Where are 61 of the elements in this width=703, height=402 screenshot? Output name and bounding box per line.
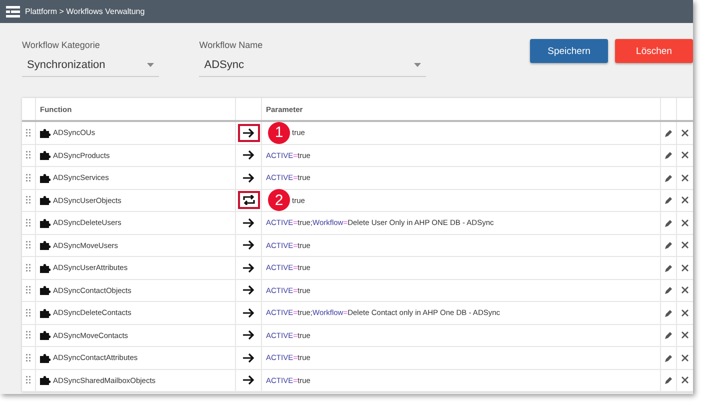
menu-icon[interactable] [6,6,20,18]
drag-handle-icon[interactable] [26,376,31,384]
edit-icon[interactable] [664,241,672,250]
puzzle-icon [40,352,51,363]
drag-handle-icon[interactable] [26,308,31,317]
drag-handle-icon[interactable] [26,264,31,272]
edit-icon[interactable] [664,174,672,182]
puzzle-icon [40,218,51,228]
close-icon[interactable] [681,264,689,272]
edit-icon[interactable] [664,354,672,362]
puzzle-icon [40,285,51,296]
drag-handle-icon[interactable] [26,354,31,362]
drag-handle-icon[interactable] [26,196,31,204]
edit-icon[interactable] [664,308,672,317]
callout-badge: 2 [268,189,290,212]
breadcrumb: Plattform > Workflows Verwaltung [25,7,145,16]
edit-icon[interactable] [664,196,672,204]
edit-icon[interactable] [664,331,672,340]
caret-icon [147,63,154,67]
close-icon[interactable] [681,286,689,294]
field-label: Workflow Name [199,40,264,50]
close-icon[interactable] [681,354,689,362]
close-icon[interactable] [681,196,689,204]
edit-icon[interactable] [664,376,672,384]
close-icon[interactable] [681,218,689,227]
drag-handle-icon[interactable] [26,128,31,137]
drag-handle-icon[interactable] [26,218,31,227]
puzzle-icon [40,375,51,386]
puzzle-icon [40,150,51,160]
close-icon[interactable] [681,174,689,182]
puzzle-icon [40,262,51,273]
delete-button[interactable]: Löschen [615,39,693,63]
edit-icon[interactable] [664,286,672,294]
puzzle-icon [40,240,51,250]
close-icon[interactable] [681,151,689,160]
field-label: Workflow Kategorie [22,40,101,50]
puzzle-icon [40,128,51,138]
edit-icon[interactable] [664,151,672,160]
close-icon[interactable] [681,128,689,137]
edit-icon[interactable] [664,264,672,272]
callout-badge: 1 [268,122,290,144]
edit-icon[interactable] [664,218,672,227]
drag-handle-icon[interactable] [26,174,31,182]
name-dropdown[interactable]: ADSync [199,54,426,77]
edit-icon[interactable] [664,128,672,137]
puzzle-icon [40,330,51,340]
drag-handle-icon[interactable] [26,241,31,250]
repeat-icon[interactable] [238,191,260,210]
caret-icon [414,63,421,67]
close-icon[interactable] [681,376,689,384]
drag-handle-icon[interactable] [26,286,31,294]
puzzle-icon [40,308,51,318]
drag-handle-icon[interactable] [26,151,31,160]
puzzle-icon [40,195,51,206]
puzzle-icon [40,172,51,183]
category-dropdown[interactable]: Synchronization [22,54,160,77]
drag-handle-icon[interactable] [26,331,31,340]
save-button[interactable]: Speichern [530,39,608,63]
close-icon[interactable] [681,308,689,317]
close-icon[interactable] [681,241,689,250]
close-icon[interactable] [681,331,689,340]
